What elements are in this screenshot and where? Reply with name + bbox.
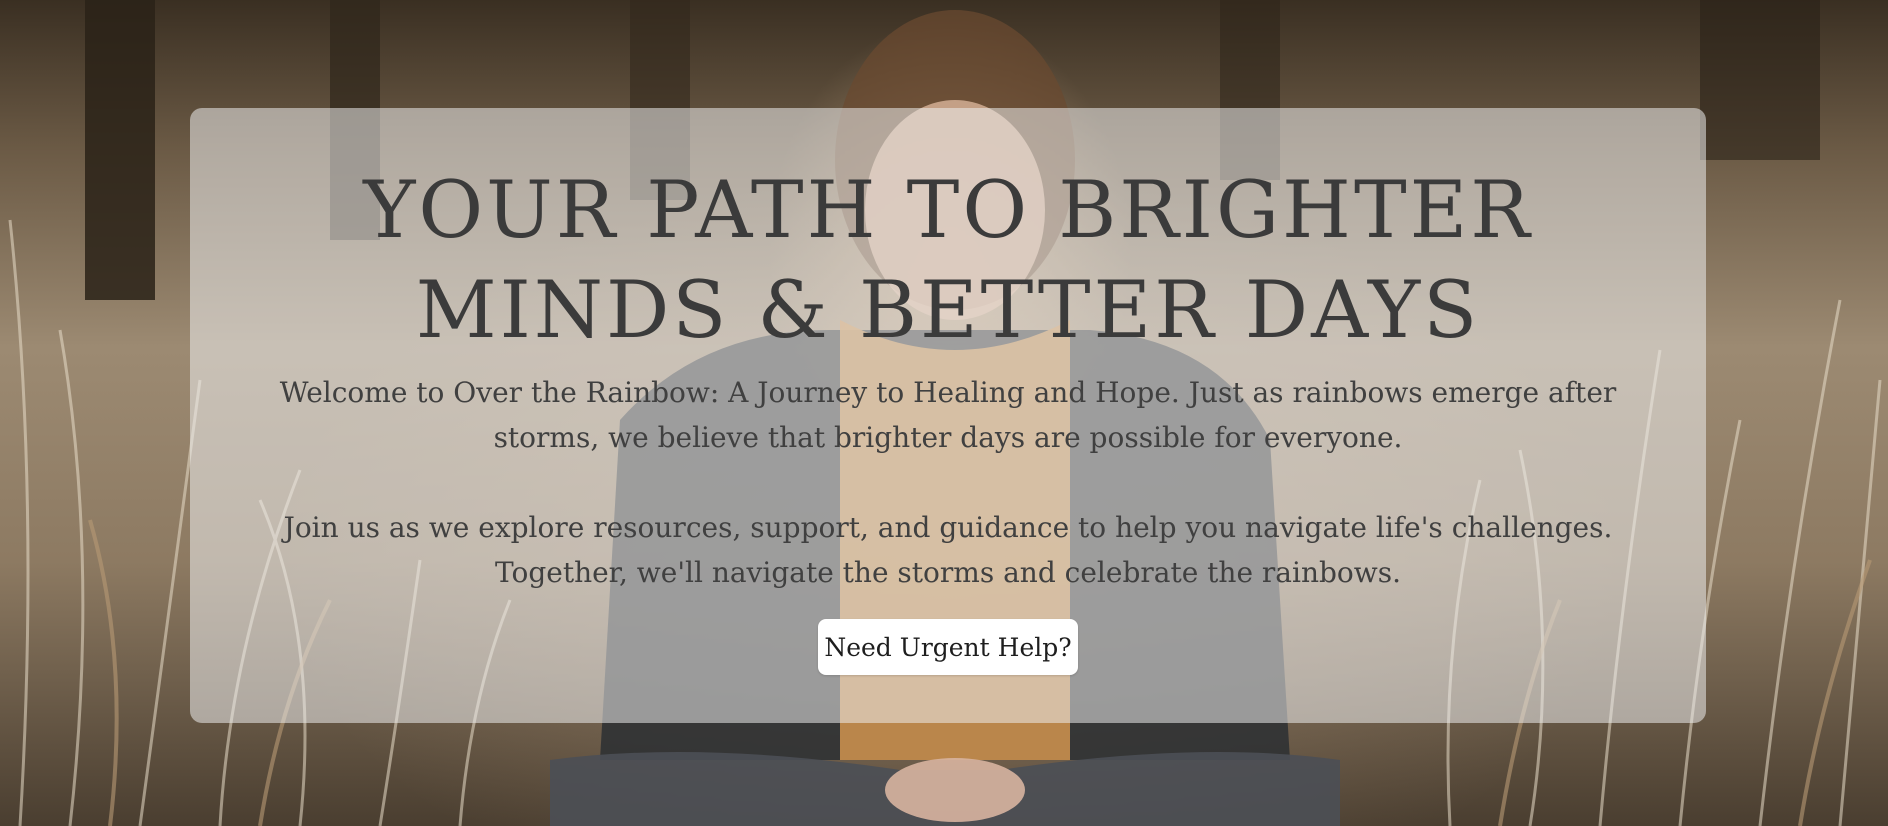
hero-headline: YOUR PATH TO BRIGHTER MINDS & BETTER DAY… bbox=[190, 160, 1706, 360]
hero-intro: Welcome to Over the Rainbow: A Journey t… bbox=[250, 370, 1646, 640]
headline-line-2: MINDS & BETTER DAYS bbox=[415, 264, 1481, 356]
hero-card: YOUR PATH TO BRIGHTER MINDS & BETTER DAY… bbox=[190, 108, 1706, 723]
intro-paragraph-join: Join us as we explore resources, support… bbox=[283, 511, 1613, 589]
intro-paragraph-welcome: Welcome to Over the Rainbow: A Journey t… bbox=[279, 376, 1617, 454]
headline-line-1: YOUR PATH TO BRIGHTER bbox=[363, 164, 1533, 256]
hero-section: YOUR PATH TO BRIGHTER MINDS & BETTER DAY… bbox=[0, 0, 1888, 826]
urgent-help-button[interactable]: Need Urgent Help? bbox=[818, 619, 1078, 675]
